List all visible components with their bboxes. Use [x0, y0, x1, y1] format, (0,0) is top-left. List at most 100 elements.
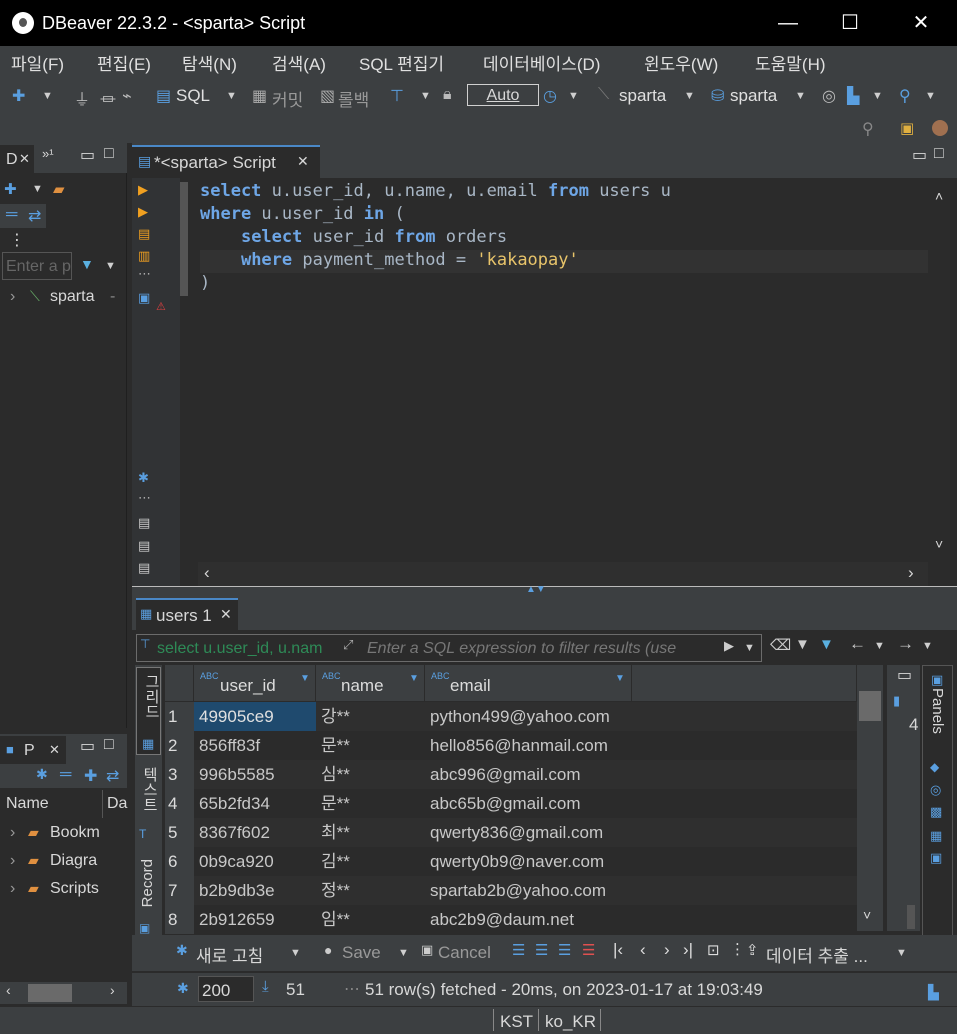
- panel-layout-icon[interactable]: ▙: [928, 984, 939, 1001]
- new-connection-icon[interactable]: ✚: [4, 180, 17, 198]
- navigator-tab[interactable]: D ✕: [0, 145, 34, 173]
- back-icon[interactable]: ←: [849, 634, 866, 654]
- filter-settings-icon[interactable]: ▼: [795, 636, 810, 653]
- settings-icon[interactable]: ✱: [138, 470, 149, 486]
- expand-chevron-icon[interactable]: ›: [10, 852, 15, 870]
- project-item-scripts[interactable]: Scripts: [50, 880, 99, 898]
- fetch-all-icon[interactable]: ⊡: [707, 941, 720, 959]
- connect-icon[interactable]: ⏚: [74, 86, 90, 110]
- collapse-icon[interactable]: ═: [60, 766, 71, 784]
- projects-tab[interactable]: ■ P ✕: [0, 736, 66, 764]
- menu-database[interactable]: 데이터베이스(D): [483, 50, 600, 75]
- menu-navigate[interactable]: 탐색(N): [182, 50, 237, 75]
- export-icon[interactable]: ▤: [138, 515, 150, 531]
- chevron-down-icon[interactable]: ˅: [935, 536, 943, 552]
- panels-toggle[interactable]: ▣ Panels ◆ ◎ ▩ ▦ ▣: [922, 665, 953, 945]
- scroll-thumb[interactable]: [28, 984, 72, 1002]
- table-cell[interactable]: 문**: [316, 731, 425, 760]
- active-schema-select[interactable]: sparta: [730, 86, 777, 106]
- filter-icon[interactable]: ▼: [819, 636, 834, 653]
- column-header-da[interactable]: Da: [107, 795, 127, 813]
- table-cell[interactable]: spartab2b@yahoo.com: [425, 876, 632, 905]
- history-icon[interactable]: ◷: [543, 86, 557, 106]
- commit-button[interactable]: 커밋: [272, 86, 303, 111]
- menu-edit[interactable]: 편집(E): [97, 50, 151, 75]
- references-icon[interactable]: ▦: [930, 828, 942, 844]
- forward-icon[interactable]: →: [897, 634, 914, 654]
- table-row[interactable]: 1 49905ce9 강** python499@yahoo.com: [165, 702, 857, 731]
- projects-hscroll[interactable]: ‹ ›: [0, 982, 127, 1004]
- refresh-button[interactable]: 새로 고침: [196, 942, 263, 967]
- chevron-down-icon[interactable]: ▼: [744, 642, 755, 654]
- tab-grid[interactable]: 그리드 ▦: [136, 667, 161, 755]
- sql-button[interactable]: SQL: [176, 86, 210, 106]
- close-icon[interactable]: ✕: [49, 742, 60, 758]
- table-cell[interactable]: abc996@gmail.com: [425, 760, 632, 789]
- execute-new-tab-icon[interactable]: ▶: [138, 204, 148, 220]
- chevron-down-icon[interactable]: ▼: [922, 640, 933, 652]
- minimize-icon[interactable]: ▭: [912, 145, 927, 165]
- close-icon[interactable]: ✕: [297, 153, 309, 170]
- eraser-icon[interactable]: ⌫: [770, 636, 791, 654]
- explain-plan-icon[interactable]: ▥: [138, 248, 150, 264]
- table-row[interactable]: 5 8367f602 최** qwerty836@gmail.com: [165, 818, 857, 847]
- table-row[interactable]: 6 0b9ca920 김** qwerty0b9@naver.com: [165, 847, 857, 876]
- sort-icon[interactable]: ▼: [615, 673, 625, 684]
- collapse-icon[interactable]: ═: [6, 206, 17, 224]
- sort-icon[interactable]: ▼: [300, 673, 310, 684]
- menu-file[interactable]: 파일(F): [11, 50, 64, 75]
- grid-vscroll[interactable]: ˅: [857, 665, 883, 931]
- expand-chevron-icon[interactable]: ›: [10, 288, 15, 306]
- more-icon[interactable]: ⋯: [138, 266, 151, 282]
- rollback-icon[interactable]: ▧: [320, 86, 335, 106]
- chevron-down-icon[interactable]: ▼: [32, 183, 43, 195]
- active-datasource-select[interactable]: sparta: [619, 86, 666, 106]
- more-tabs-icon[interactable]: »¹: [42, 146, 54, 161]
- copy-row-icon[interactable]: ☰: [558, 941, 571, 959]
- table-row[interactable]: 7 b2b9db3e 정** spartab2b@yahoo.com: [165, 876, 857, 905]
- open-perspective-icon[interactable]: ▣: [900, 119, 914, 137]
- chevron-right-icon[interactable]: ›: [908, 563, 914, 583]
- table-cell[interactable]: 65b2fd34: [194, 789, 316, 818]
- project-item-diagrams[interactable]: Diagra: [50, 852, 97, 870]
- configure-icon[interactable]: ✱: [36, 766, 48, 783]
- transaction-mode-icon[interactable]: ⊤: [390, 86, 404, 106]
- commit-icon[interactable]: ▦: [252, 86, 267, 106]
- column-header-email[interactable]: ABC email ▼: [425, 665, 632, 701]
- panel-scroll[interactable]: [907, 905, 915, 929]
- link-editor-icon[interactable]: ⇄: [106, 766, 119, 786]
- folder-icon[interactable]: ▰: [53, 180, 65, 198]
- minimize-icon[interactable]: ▭: [80, 145, 95, 165]
- table-cell[interactable]: python499@yahoo.com: [425, 702, 632, 731]
- auto-commit-box[interactable]: Auto: [467, 84, 539, 106]
- apply-filter-icon[interactable]: ▶: [724, 638, 734, 654]
- table-cell[interactable]: 강**: [316, 702, 425, 731]
- metadata-icon[interactable]: ▩: [930, 804, 942, 820]
- chevron-down-icon[interactable]: ▼: [684, 90, 695, 102]
- table-cell[interactable]: hello856@hanmail.com: [425, 731, 632, 760]
- tab-text[interactable]: 텍스트: [139, 767, 160, 812]
- grouping-icon[interactable]: ▣: [930, 850, 942, 866]
- export-data-button[interactable]: 데이터 추출 ...: [766, 942, 868, 967]
- timezone-indicator[interactable]: KST: [500, 1012, 533, 1032]
- sql-editor-icon[interactable]: ▤: [156, 86, 171, 106]
- locale-indicator[interactable]: ko_KR: [545, 1012, 596, 1032]
- maximize-button[interactable]: ☐: [819, 0, 881, 46]
- column-header-user-id[interactable]: ABC user_id ▼: [194, 665, 316, 701]
- search-icon[interactable]: ⚲: [862, 119, 874, 139]
- table-cell[interactable]: 49905ce9: [194, 702, 316, 731]
- table-cell[interactable]: qwerty836@gmail.com: [425, 818, 632, 847]
- chevron-down-icon[interactable]: ▼: [874, 640, 885, 652]
- close-icon[interactable]: ✕: [220, 606, 232, 623]
- chevron-down-icon[interactable]: ▼: [105, 260, 116, 272]
- console-icon[interactable]: ▣: [138, 290, 150, 306]
- table-cell[interactable]: qwerty0b9@naver.com: [425, 847, 632, 876]
- invalidate-icon[interactable]: ⌁: [122, 86, 132, 106]
- cancel-icon[interactable]: ▣: [421, 942, 433, 958]
- table-cell[interactable]: b2b9db3e: [194, 876, 316, 905]
- value-viewer-icon[interactable]: ◆: [930, 760, 939, 774]
- expand-chevron-icon[interactable]: ›: [10, 880, 15, 898]
- tab-record[interactable]: Record: [139, 859, 156, 907]
- add-row-icon[interactable]: ☰: [535, 941, 548, 959]
- editor-results-splitter[interactable]: ▲▼: [132, 584, 957, 596]
